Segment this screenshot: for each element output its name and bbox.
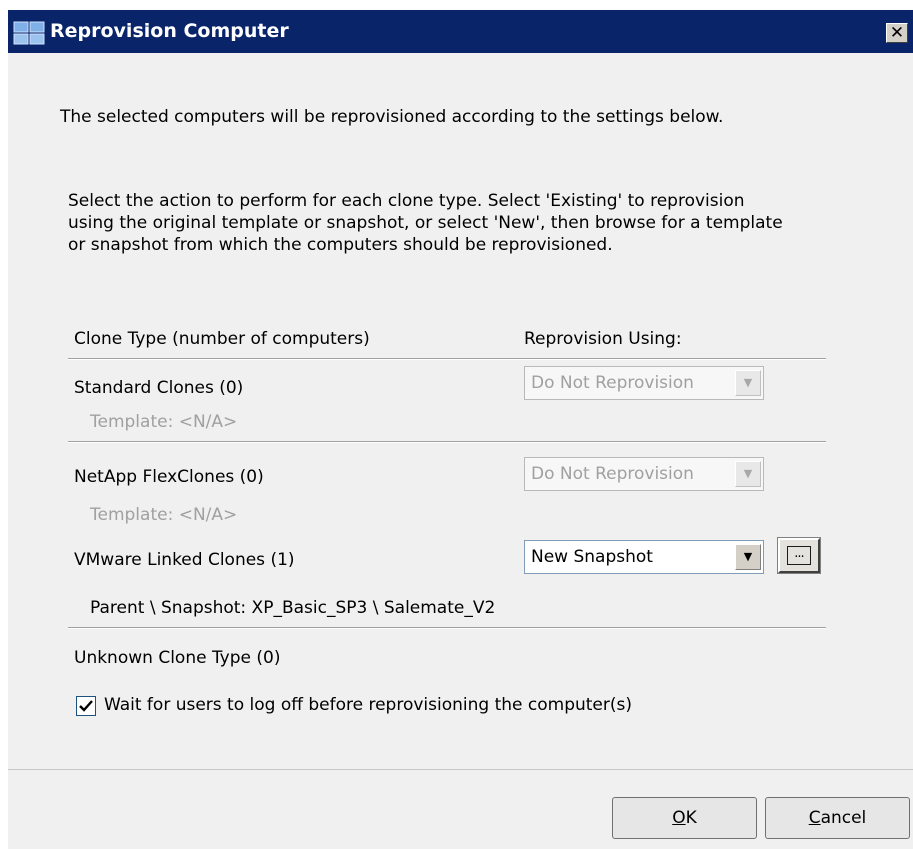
browse-icon: ... [787,546,811,565]
cancel-accelerator: C [808,808,821,828]
ok-label: K [685,808,697,828]
vmware-linked-clones-selected-value: New Snapshot [531,547,653,567]
netapp-flexclones-reprovision-select[interactable]: Do Not Reprovision ▼ [524,457,764,491]
cancel-label: ancel [820,808,867,828]
reprovision-dialog: Reprovision Computer ✕ The selected comp… [8,10,913,849]
checkmark-icon [79,700,93,712]
vmware-linked-clones-label: VMware Linked Clones (1) [74,550,295,570]
vmware-parent-snapshot: Parent \ Snapshot: XP_Basic_SP3 \ Salema… [90,598,496,618]
chevron-down-icon: ▼ [735,461,761,487]
clone-type-header: Clone Type (number of computers) [74,329,370,349]
row-divider [68,441,826,443]
intro-text: The selected computers will be reprovisi… [60,107,724,127]
standard-clones-selected-value: Do Not Reprovision [531,373,694,393]
wait-for-logoff-label[interactable]: Wait for users to log off before reprovi… [104,694,632,716]
chevron-down-icon: ▼ [735,370,761,396]
unknown-clone-type-label: Unknown Clone Type (0) [74,648,281,668]
cancel-button[interactable]: Cancel [765,797,910,839]
chevron-down-icon: ▼ [735,544,761,570]
wait-for-logoff-checkbox[interactable] [76,696,96,716]
close-icon: ✕ [889,23,905,43]
standard-clones-label: Standard Clones (0) [74,378,244,398]
ok-button[interactable]: OK [612,797,757,839]
title-bar[interactable]: Reprovision Computer ✕ [8,10,913,53]
reprovision-using-header: Reprovision Using: [524,329,682,349]
vmware-linked-clones-reprovision-select[interactable]: New Snapshot ▼ [524,540,764,574]
netapp-flexclones-label: NetApp FlexClones (0) [74,467,264,487]
standard-clones-reprovision-select[interactable]: Do Not Reprovision ▼ [524,366,764,400]
instructions-text: Select the action to perform for each cl… [68,191,783,255]
standard-clones-template: Template: <N/A> [90,412,238,432]
header-divider [68,358,826,360]
computer-icon [13,21,45,45]
netapp-flexclones-template: Template: <N/A> [90,505,238,525]
window-title: Reprovision Computer [50,20,289,42]
row-divider [68,627,826,629]
browse-snapshot-button[interactable]: ... [777,537,821,574]
netapp-flexclones-selected-value: Do Not Reprovision [531,464,694,484]
close-button[interactable]: ✕ [886,23,908,43]
ok-accelerator: O [672,808,686,828]
